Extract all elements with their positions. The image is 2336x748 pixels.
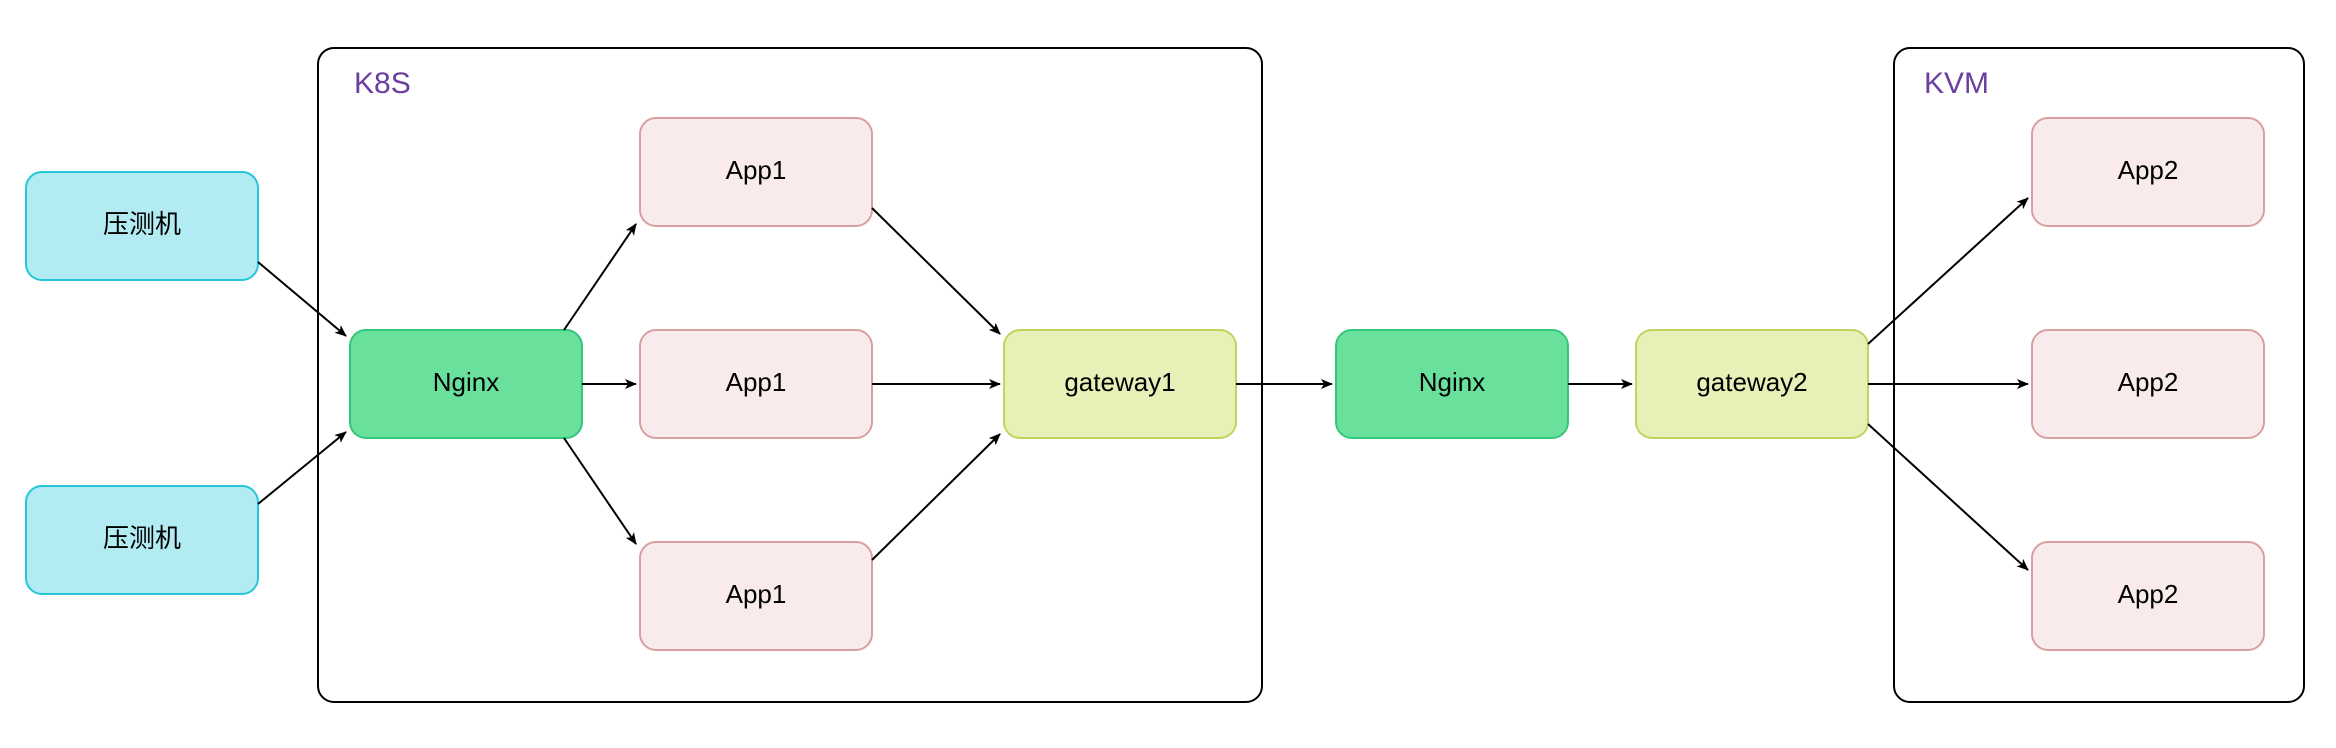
edge-loadgen1-nginx1 (258, 262, 346, 336)
k8s-label: K8S (354, 67, 411, 100)
gateway2-node: gateway2 (1636, 330, 1868, 438)
gateway2-label: gateway2 (1696, 367, 1807, 397)
app1c-node: App1 (640, 542, 872, 650)
architecture-diagram: K8S KVM 压测机 压测机 Nginx App1 App1 App1 gat… (0, 0, 2336, 748)
app1b-label: App1 (726, 367, 787, 397)
kvm-label: KVM (1924, 67, 1989, 100)
app1c-label: App1 (726, 579, 787, 609)
edge-gateway2-app2c (1868, 424, 2028, 570)
edge-nginx1-app1c (564, 438, 636, 544)
edge-app1c-gateway1 (872, 434, 1000, 560)
app2c-label: App2 (2118, 579, 2179, 609)
nginx1-label: Nginx (433, 367, 499, 397)
app2a-node: App2 (2032, 118, 2264, 226)
app2b-label: App2 (2118, 367, 2179, 397)
edge-loadgen2-nginx1 (258, 432, 346, 504)
loadgen1-node: 压测机 (26, 172, 258, 280)
nginx2-node: Nginx (1336, 330, 1568, 438)
app2b-node: App2 (2032, 330, 2264, 438)
gateway1-node: gateway1 (1004, 330, 1236, 438)
edge-nginx1-app1a (564, 224, 636, 330)
app2c-node: App2 (2032, 542, 2264, 650)
loadgen2-label: 压测机 (103, 523, 181, 553)
edge-app1a-gateway1 (872, 208, 1000, 334)
app1b-node: App1 (640, 330, 872, 438)
app1a-label: App1 (726, 155, 787, 185)
loadgen1-label: 压测机 (103, 209, 181, 239)
gateway1-label: gateway1 (1064, 367, 1175, 397)
app1a-node: App1 (640, 118, 872, 226)
app2a-label: App2 (2118, 155, 2179, 185)
nginx1-node: Nginx (350, 330, 582, 438)
loadgen2-node: 压测机 (26, 486, 258, 594)
nginx2-label: Nginx (1419, 367, 1485, 397)
edge-gateway2-app2a (1868, 198, 2028, 344)
